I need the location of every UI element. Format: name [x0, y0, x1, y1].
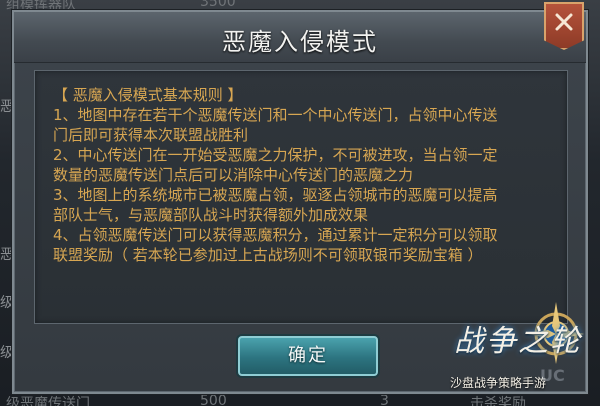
dialog-title-bar: 恶魔入侵模式 — [14, 12, 586, 63]
background-row-count: 3 — [380, 393, 389, 406]
rule-line: 4、占领恶魔传送门可以获得恶魔积分，通过累计一定积分可以领取 — [53, 226, 498, 244]
close-button[interactable] — [544, 2, 584, 50]
background-row-value: 500 — [200, 393, 227, 406]
background-row-label: 级恶魔传送门 — [6, 396, 90, 406]
logo-title: 战争之轮 — [454, 324, 582, 359]
rules-panel: 【 恶魔入侵模式基本规则 】 1、地图中存在若干个恶魔传送门和一个中心传送门，占… — [34, 70, 568, 324]
close-icon — [555, 13, 573, 31]
background-header-value: 3500 — [200, 0, 236, 10]
rule-line: 数量的恶魔传送门点后可以消除中心传送门的恶魔之力 — [53, 166, 414, 184]
rule-line: 2、中心传送门在一开始受恶魔之力保护，不可被进攻，当占领一定 — [53, 146, 498, 164]
rule-line: 部队士气，与恶魔部队战斗时获得额外加成效果 — [53, 206, 369, 224]
game-screen: 组模挥器队 3500 恶 恶 级 级 级恶魔传送门 500 3 击杀奖励 恶魔入… — [0, 0, 600, 406]
rule-line: 1、地图中存在若干个恶魔传送门和一个中心传送门，占领中心传送 — [53, 106, 498, 124]
rule-line: 联盟奖励（ 若本轮已参加过上古战场则不可领取银币奖励宝箱 ） — [53, 246, 483, 264]
rule-line: 3、地图上的系统城市已被恶魔占领，驱逐占领城市的恶魔可以提高 — [53, 186, 498, 204]
logo-subtitle: 沙盘战争策略手游 — [450, 376, 547, 390]
game-logo: 战争之轮 沙盘战争策略手游 — [442, 296, 592, 406]
site-watermark: UC — [540, 366, 565, 385]
rules-heading: 【 恶魔入侵模式基本规则 】 — [53, 86, 243, 104]
rule-line: 门后即可获得本次联盟战胜利 — [53, 126, 249, 144]
confirm-button[interactable]: 确定 — [238, 336, 378, 376]
dialog-title: 恶魔入侵模式 — [222, 28, 378, 56]
